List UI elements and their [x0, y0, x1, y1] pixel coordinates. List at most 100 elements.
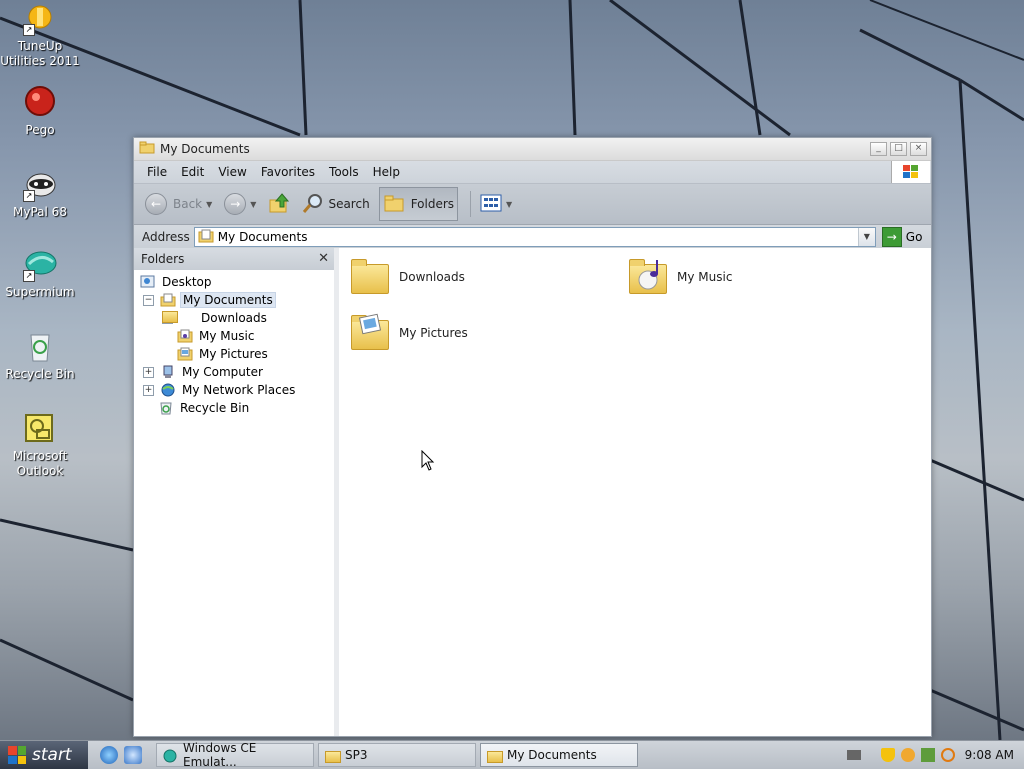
folder-item-my-pictures[interactable]: My Pictures: [349, 312, 468, 354]
task-sp3[interactable]: SP3: [318, 743, 476, 767]
pego-icon: [23, 86, 57, 120]
chevron-down-icon: ▼: [250, 199, 257, 209]
network-icon[interactable]: [920, 748, 935, 762]
forward-button[interactable]: → ▼: [221, 188, 259, 220]
shield-icon[interactable]: [880, 748, 895, 762]
supermium-icon: ↗: [23, 248, 57, 282]
folder-icon: [325, 749, 341, 763]
tree-item-my-music[interactable]: My Music: [177, 327, 256, 345]
maximize-button[interactable]: □: [890, 142, 907, 156]
pictures-folder-icon: [177, 347, 193, 361]
system-tray: 9:08 AM: [841, 741, 1024, 769]
menu-help[interactable]: Help: [366, 165, 407, 179]
address-value: My Documents: [217, 230, 308, 244]
windows-flag-icon: [8, 746, 26, 764]
my-documents-icon: [198, 229, 214, 246]
toolbar-separator: [470, 191, 472, 217]
folder-item-downloads[interactable]: Downloads: [349, 256, 465, 298]
toolbar: ← Back ▼ → ▼ Search Folders ▼: [134, 184, 931, 225]
task-windows-ce-emulator[interactable]: Windows CE Emulat...: [156, 741, 314, 769]
chevron-down-icon: ▼: [206, 199, 213, 209]
computer-icon: [160, 365, 176, 379]
chevron-down-icon: ▼: [506, 199, 513, 209]
desktop-icon-recycle-bin[interactable]: Recycle Bin: [0, 330, 80, 382]
title-bar[interactable]: My Documents _ □ ×: [134, 138, 931, 161]
desktop-icon-tuneup[interactable]: ↗ TuneUp Utilities 2011: [0, 2, 80, 69]
music-folder-icon: [627, 256, 669, 298]
go-button[interactable]: → Go: [881, 227, 922, 247]
folder-open-icon: [139, 141, 155, 157]
folders-icon: [383, 193, 405, 216]
recycle-bin-icon: [158, 401, 174, 415]
menu-view[interactable]: View: [211, 165, 253, 179]
search-button[interactable]: Search: [299, 188, 372, 220]
music-folder-icon: [177, 329, 193, 343]
desktop-icon-mypal[interactable]: ↗ MyPal 68: [0, 168, 80, 220]
desktop-icon-pego[interactable]: Pego: [0, 86, 80, 138]
mypal-icon: ↗: [23, 168, 57, 202]
desktop-icon-supermium[interactable]: ↗ Supermium: [0, 248, 80, 300]
folders-pane-header: Folders ✕: [134, 248, 334, 270]
minimize-button[interactable]: _: [870, 142, 887, 156]
internet-explorer-icon[interactable]: [100, 746, 118, 764]
expand-icon[interactable]: +: [143, 384, 154, 396]
desktop-icon-outlook[interactable]: Microsoft Outlook: [0, 412, 80, 479]
folders-button[interactable]: Folders: [378, 187, 459, 221]
tree-item-my-computer[interactable]: + My Computer: [143, 363, 265, 381]
menu-tools[interactable]: Tools: [322, 165, 366, 179]
browser-quicklaunch-icon[interactable]: [124, 746, 142, 764]
menu-favorites[interactable]: Favorites: [254, 165, 322, 179]
folder-icon: [349, 256, 391, 298]
clock: 9:08 AM: [964, 748, 1014, 762]
tree-item-my-network-places[interactable]: + My Network Places: [143, 381, 297, 399]
menu-file[interactable]: File: [140, 165, 174, 179]
menu-bar: File Edit View Favorites Tools Help: [134, 161, 931, 184]
close-icon[interactable]: ✕: [318, 251, 329, 266]
address-bar: Address My Documents ▼ → Go: [134, 225, 931, 250]
folder-open-icon: [487, 749, 503, 763]
taskbar: start Windows CE Emulat... SP3 My Docume…: [0, 740, 1024, 769]
window-title: My Documents: [160, 142, 250, 156]
tree-item-downloads[interactable]: + Downloads: [162, 309, 269, 327]
explorer-window: My Documents _ □ × File Edit View Favori…: [133, 137, 932, 737]
outlook-icon: [23, 412, 57, 446]
emulator-icon: [163, 749, 177, 763]
back-arrow-icon: ←: [145, 193, 167, 215]
folder-item-my-music[interactable]: My Music: [627, 256, 732, 298]
tree-item-recycle-bin[interactable]: Recycle Bin: [158, 399, 251, 417]
search-icon: [302, 192, 324, 217]
address-label: Address: [142, 230, 190, 244]
users-icon[interactable]: [900, 748, 915, 762]
address-dropdown-button[interactable]: ▼: [857, 228, 875, 246]
views-button[interactable]: ▼: [477, 188, 515, 220]
task-my-documents[interactable]: My Documents: [480, 743, 638, 767]
start-button[interactable]: start: [0, 741, 88, 769]
content-area: Folders ✕ Desktop − My Documents + Downl…: [134, 248, 931, 736]
network-globe-icon: [160, 383, 176, 397]
forward-arrow-icon: →: [224, 193, 247, 215]
file-list: Downloads My Music My Pictures: [339, 248, 931, 736]
tree-item-my-documents[interactable]: − My Documents: [143, 291, 276, 309]
tree-item-my-pictures[interactable]: My Pictures: [177, 345, 270, 363]
close-button[interactable]: ×: [910, 142, 927, 156]
folders-pane: Folders ✕ Desktop − My Documents + Downl…: [134, 248, 339, 736]
address-input[interactable]: My Documents ▼: [193, 227, 876, 247]
menu-edit[interactable]: Edit: [174, 165, 211, 179]
mouse-cursor: [421, 449, 435, 475]
go-arrow-icon: →: [881, 227, 902, 247]
up-folder-button[interactable]: [265, 188, 293, 220]
tuneup-icon: ↗: [23, 2, 57, 36]
search-tray-icon[interactable]: [940, 748, 955, 762]
keyboard-icon[interactable]: [846, 750, 861, 760]
folder-icon: [162, 311, 195, 325]
my-documents-icon: [160, 293, 176, 307]
windows-logo-icon: [891, 161, 930, 183]
views-grid-icon: [480, 194, 502, 215]
tree-item-desktop[interactable]: Desktop: [140, 273, 214, 291]
desktop-icon: [140, 275, 156, 289]
expand-icon[interactable]: +: [143, 366, 154, 378]
up-folder-icon: [268, 192, 290, 217]
back-button[interactable]: ← Back ▼: [142, 188, 215, 220]
collapse-icon[interactable]: −: [143, 294, 154, 306]
pictures-folder-icon: [349, 312, 391, 354]
